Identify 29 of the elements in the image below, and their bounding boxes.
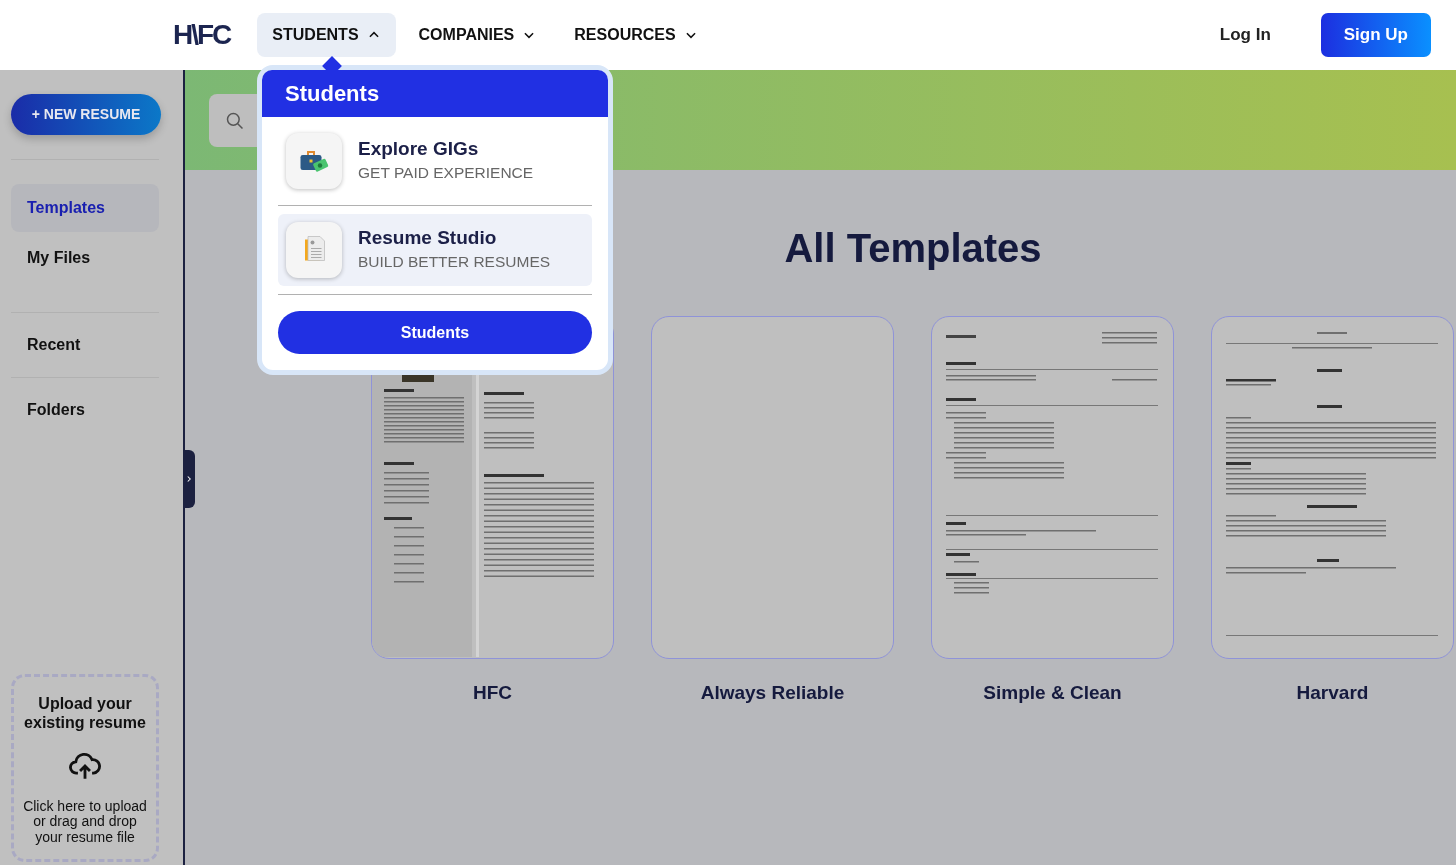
login-link[interactable]: Log In (1213, 21, 1277, 49)
nav-tab[interactable]: RESOURCES (559, 13, 713, 57)
students-button[interactable]: Students (278, 311, 592, 354)
sidebar-item[interactable]: Folders (11, 386, 159, 434)
sidebar-item[interactable]: Templates (11, 184, 159, 232)
search-icon (225, 110, 245, 131)
template-name: Harvard (1296, 681, 1369, 705)
template-name: Simple & Clean (983, 681, 1122, 705)
signup-button[interactable]: Sign Up (1320, 13, 1431, 57)
page-title: All Templates (784, 225, 1042, 272)
nav-tab[interactable]: STUDENTS (257, 13, 396, 57)
upload-dropzone[interactable]: Upload your existing resume Click here to upload or drag and drop your resume file (11, 674, 159, 862)
menu-item-title: Resume Studio (358, 226, 498, 250)
new-resume-button[interactable]: + NEW RESUME (11, 94, 161, 135)
template-name: Always Reliable (700, 681, 845, 705)
sidebar-item[interactable]: Recent (11, 321, 159, 369)
menu-item-subtitle: BUILD BETTER RESUMES (358, 251, 551, 272)
menu-item[interactable]: Explore GIGs GET PAID EXPERIENCE (278, 125, 592, 197)
nav-tab[interactable]: COMPANIES (403, 13, 552, 57)
menu-item-title: Explore GIGs (358, 137, 480, 161)
menu-item-subtitle: GET PAID EXPERIENCE (358, 162, 534, 183)
logo[interactable]: H\FC (173, 19, 234, 51)
template-name: HFC (472, 681, 513, 705)
collapse-handle[interactable] (183, 450, 195, 508)
menu-item[interactable]: Resume Studio BUILD BETTER RESUMES (278, 214, 592, 286)
upload-title: Upload your existing resume (23, 695, 147, 733)
upload-hint: Click here to upload or drag and drop your resume file (22, 798, 148, 845)
sidebar-item[interactable]: My Files (11, 234, 159, 282)
dropdown-title: Students (262, 70, 608, 117)
